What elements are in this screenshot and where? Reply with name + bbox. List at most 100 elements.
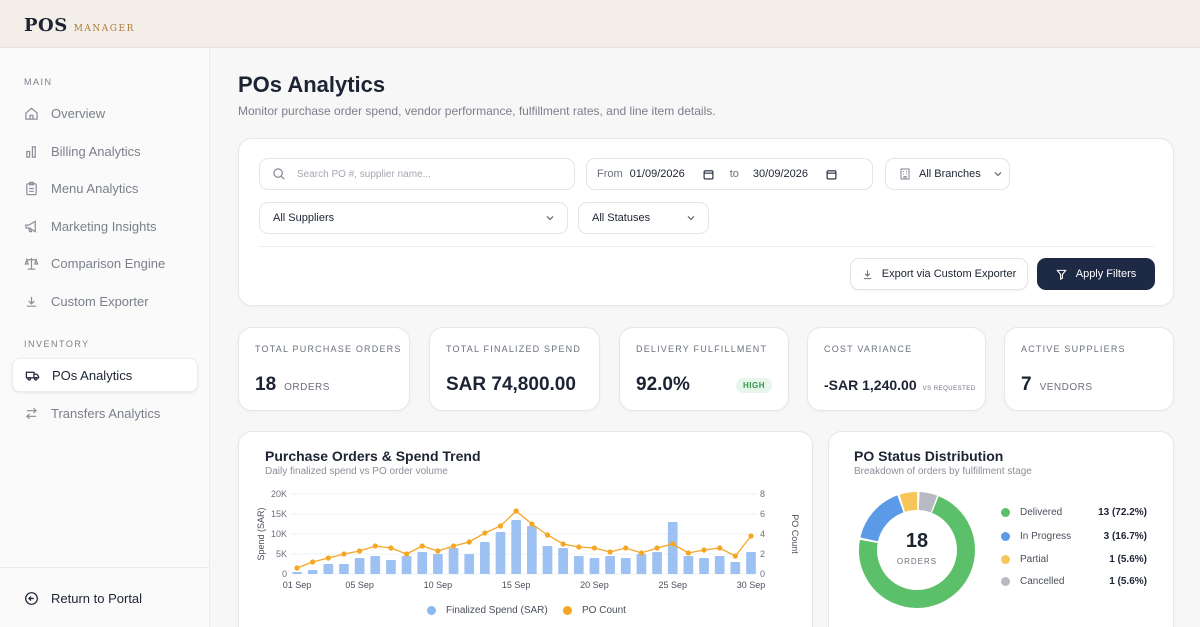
status-select[interactable]: All Statuses [578, 202, 709, 234]
sidebar-item-label: Transfers Analytics [51, 405, 161, 421]
sidebar-item-label: Custom Exporter [51, 293, 149, 309]
kpi-label: TOTAL FINALIZED SPEND [446, 344, 582, 354]
calendar-icon[interactable] [703, 169, 714, 180]
legend-item-spend: Finalized Spend (SAR) [427, 605, 548, 616]
sidebar-item-label: Marketing Insights [51, 218, 157, 234]
apply-filters-label: Apply Filters [1075, 268, 1137, 280]
spend-bar [370, 556, 381, 574]
to-label: to [729, 168, 739, 180]
spend-bar [542, 546, 553, 574]
status-donut-chart [859, 492, 975, 608]
legend-swatch [1001, 508, 1010, 517]
y2-tick-label: 2 [760, 549, 765, 559]
po-count-point [591, 545, 598, 551]
building-icon [900, 168, 910, 180]
spend-bar [354, 558, 365, 574]
po-count-point [654, 545, 660, 551]
y-axis-label: Spend (SAR) [256, 507, 266, 560]
legend-swatch [1001, 555, 1010, 564]
donut-center-label: ORDERS [896, 557, 938, 566]
status-legend-delivered: Delivered 13 (72.2%) [1001, 507, 1147, 518]
y2-tick-label: 8 [760, 489, 765, 499]
x-tick-label: 15 Sep [502, 580, 531, 590]
po-count-point [497, 523, 504, 529]
from-date-input[interactable]: 01/09/2026 [630, 168, 685, 180]
sidebar-item-menu-analytics[interactable]: Menu Analytics [12, 171, 198, 205]
spend-bar [433, 554, 443, 574]
sidebar-item-marketing-insights[interactable]: Marketing Insights [12, 209, 198, 243]
return-to-portal-button[interactable]: Return to Portal [12, 581, 198, 615]
spend-bar [573, 556, 584, 574]
sidebar-item-pos-analytics[interactable]: POs Analytics [12, 358, 198, 392]
legend-value: 1 (5.6%) [1109, 576, 1147, 587]
brand-logo[interactable]: POS MANAGER [24, 15, 135, 36]
to-date-input[interactable]: 30/09/2026 [753, 168, 808, 180]
po-count-point [435, 548, 441, 554]
search-placeholder: Search PO #, supplier name... [297, 168, 431, 180]
sidebar-item-billing-analytics[interactable]: Billing Analytics [12, 134, 198, 168]
kpi-label: COST VARIANCE [824, 344, 913, 354]
x-tick-label: 30 Sep [737, 580, 766, 590]
spend-bar [307, 570, 318, 574]
po-count-point [623, 545, 629, 551]
spend-bar [417, 552, 428, 574]
legend-value: 1 (5.6%) [1109, 554, 1147, 565]
y-tick-label: 0 [282, 569, 287, 579]
search-input[interactable]: Search PO #, supplier name... [259, 158, 575, 190]
spend-bar [714, 556, 725, 574]
scale-icon [24, 257, 39, 270]
kpi-value-row: -SAR 1,240.00 VS REQUESTED [824, 377, 976, 393]
po-count-point [388, 545, 394, 551]
branch-select[interactable]: All Branches [885, 158, 1010, 190]
spend-bar [386, 560, 396, 574]
spend-bar [511, 520, 522, 574]
supplier-select-value: All Suppliers [273, 212, 335, 224]
kpi-value-row: 18 ORDERS [255, 374, 330, 396]
x-tick-label: 01 Sep [283, 580, 312, 590]
status-legend-partial: Partial 1 (5.6%) [1001, 554, 1147, 565]
kpi-value-row: SAR 74,800.00 [446, 374, 576, 396]
kpi-label: DELIVERY FULFILLMENT [636, 344, 768, 354]
download-icon [863, 269, 871, 279]
kpi-unit: VS REQUESTED [922, 386, 976, 392]
spend-bar [605, 556, 615, 574]
legend-label: Delivered [1020, 507, 1063, 518]
sidebar-item-comparison-engine[interactable]: Comparison Engine [12, 246, 198, 280]
search-icon [273, 168, 285, 180]
section-label-inventory: INVENTORY [24, 339, 90, 349]
status-distribution-card: PO Status Distribution Breakdown of orde… [828, 431, 1174, 627]
kpi-unit: VENDORS [1039, 382, 1093, 393]
sidebar-item-label: Billing Analytics [51, 143, 141, 159]
clipboard-icon [26, 181, 37, 195]
apply-filters-button[interactable]: Apply Filters [1037, 258, 1155, 290]
po-count-point [482, 530, 488, 536]
spend-bar [636, 554, 647, 574]
y2-axis-label: PO Count [790, 514, 800, 554]
supplier-select[interactable]: All Suppliers [259, 202, 568, 234]
sidebar-item-overview[interactable]: Overview [12, 96, 198, 130]
export-button[interactable]: Export via Custom Exporter [850, 258, 1028, 290]
calendar-icon[interactable] [826, 169, 837, 180]
po-count-point [513, 508, 519, 514]
legend-item-po-count: PO Count [563, 605, 626, 616]
sidebar-item-transfers-analytics[interactable]: Transfers Analytics [12, 396, 198, 430]
sidebar-item-custom-exporter[interactable]: Custom Exporter [12, 284, 198, 318]
x-tick-label: 25 Sep [658, 580, 687, 590]
status-legend-in-progress: In Progress 3 (16.7%) [1001, 531, 1147, 542]
spend-bar [620, 558, 631, 574]
po-count-point [294, 565, 300, 571]
kpi-value: SAR 74,800.00 [446, 374, 576, 395]
date-range-field[interactable]: From 01/09/2026 to 30/09/2026 [586, 158, 873, 190]
kpi-value-row: 7 VENDORS [1021, 374, 1093, 396]
spend-bar [526, 526, 537, 574]
filter-icon [1055, 269, 1067, 280]
spend-bar [448, 548, 459, 574]
kpi-cost-variance: COST VARIANCE -SAR 1,240.00 VS REQUESTED [807, 327, 986, 411]
y2-tick-label: 6 [760, 509, 765, 519]
po-count-point [341, 551, 347, 557]
brand-sub: MANAGER [73, 24, 135, 34]
po-count-point [310, 559, 316, 565]
trend-chart-card: Purchase Orders & Spend Trend Daily fina… [238, 431, 813, 627]
home-icon [25, 107, 38, 120]
x-tick-label: 20 Sep [580, 580, 609, 590]
